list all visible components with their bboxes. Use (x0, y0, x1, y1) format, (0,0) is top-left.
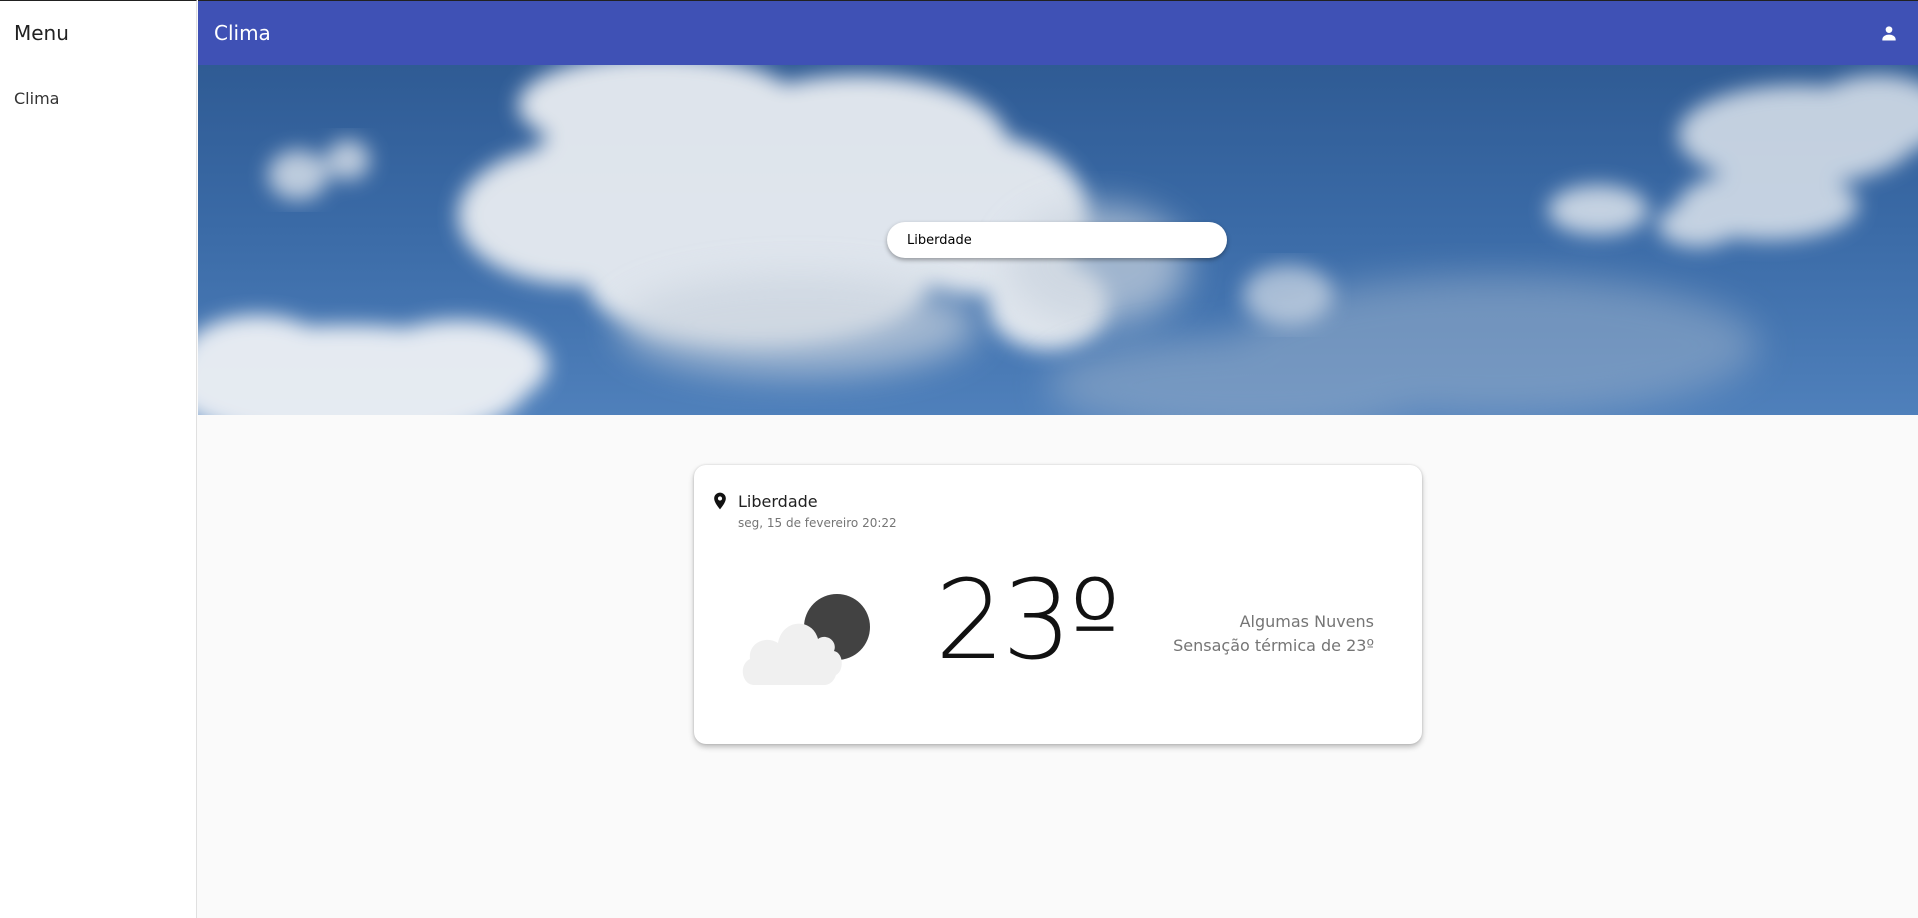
sidebar-title: Menu (14, 21, 69, 45)
feels-like: Sensação térmica de 23º (1173, 636, 1374, 655)
topbar: Clima (198, 0, 1918, 65)
weather-condition: Algumas Nuvens (1239, 612, 1374, 631)
page-title: Clima (214, 21, 271, 45)
cloudy-night-icon (742, 594, 870, 685)
account-icon (1882, 26, 1896, 41)
account-button[interactable] (1870, 14, 1908, 52)
search-input[interactable] (887, 222, 1227, 258)
location-name: Liberdade (738, 492, 818, 511)
sidebar: Menu Clima (0, 0, 197, 918)
temperature-unit: º (1068, 556, 1121, 684)
app: Menu Clima Clima Liberdade Liberdade seg… (0, 0, 1918, 918)
temperature-number: 23 (935, 556, 1072, 684)
sidebar-item-clima[interactable]: Clima (0, 81, 197, 115)
sidebar-item-label: Clima (14, 89, 60, 108)
location-datetime: seg, 15 de fevereiro 20:22 (738, 516, 897, 530)
temperature-value: 23º (935, 565, 1121, 675)
sky-banner (198, 65, 1918, 415)
location-pin-icon (714, 492, 726, 510)
weather-card: Liberdade seg, 15 de fevereiro 20:22 23º… (694, 465, 1422, 744)
